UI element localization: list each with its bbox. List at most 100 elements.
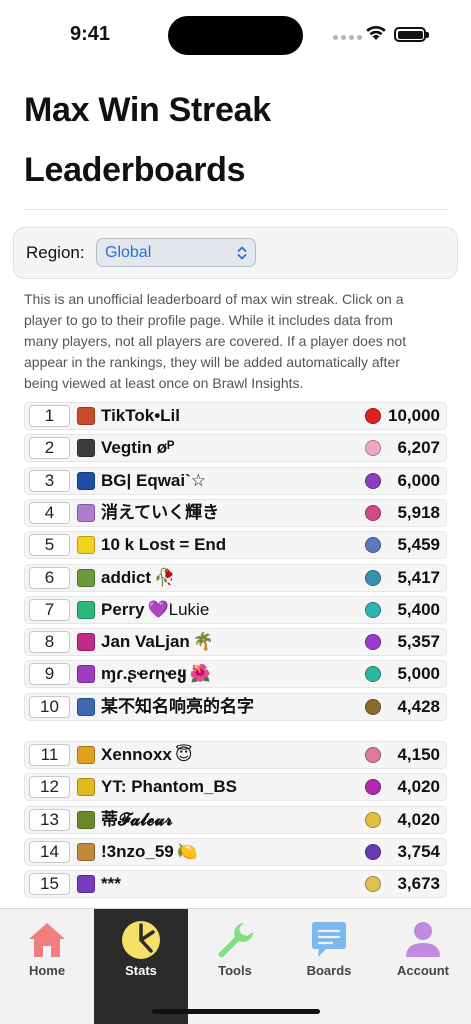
player-name: ɱɾ.ʂҽɾɳҽყ 🌺 (101, 664, 211, 684)
brawler-icon (365, 666, 381, 683)
rank-number: 7 (29, 598, 70, 621)
tab-home-label: Home (28, 963, 66, 978)
player-name: BG| Eqwai`☆ (101, 471, 209, 491)
max-win-streak-value: 6,207 (397, 438, 440, 458)
player-name-text: addict (101, 567, 152, 587)
player-avatar-icon (77, 503, 95, 522)
max-win-streak-value: 6,000 (397, 470, 440, 490)
max-win-streak-value: 4,150 (397, 745, 440, 764)
max-win-streak-value: 5,918 (397, 502, 440, 522)
region-select[interactable]: Global (96, 238, 256, 267)
player-name: 某不知名响亮的名字 (101, 697, 257, 717)
player-name: TikTok•Lil (101, 406, 183, 426)
tab-home[interactable]: Home (0, 909, 94, 1024)
house-icon (29, 923, 65, 957)
player-avatar-icon (77, 439, 95, 458)
leaderboard-row[interactable]: 3 BG| Eqwai`☆ 6,000 (24, 466, 447, 495)
brawler-icon (365, 537, 381, 554)
leaderboard-row[interactable]: 12 YT: Phantom_BS 4,020 (24, 773, 447, 802)
player-avatar-icon (77, 810, 95, 829)
rank-number: 15 (29, 873, 70, 896)
player-avatar-icon (77, 842, 95, 861)
chevron-up-down-icon (237, 246, 247, 260)
leaderboard-row[interactable]: 14 !3nzo_59 🍋 3,754 (24, 837, 447, 866)
player-name-text: !3nzo_59 (101, 841, 174, 861)
tab-account[interactable]: Account (376, 909, 470, 1024)
rank-number: 13 (29, 808, 70, 831)
title-divider (24, 209, 447, 210)
rank-number: 9 (29, 663, 70, 686)
player-name-text: YT: Phantom_BS (101, 777, 238, 797)
leaderboard-row[interactable]: 11 Xennoxx 😇 4,150 (24, 741, 447, 769)
player-name-suffix: 🍋 (176, 841, 198, 861)
tab-boards[interactable]: Boards (282, 909, 376, 1024)
max-win-streak-value: 3,673 (397, 874, 440, 894)
brawler-icon (365, 779, 381, 796)
max-win-streak-value: 4,020 (397, 777, 440, 797)
player-avatar-icon (77, 633, 95, 652)
leaderboard-row[interactable]: 10 某不知名响亮的名字 4,428 (24, 692, 447, 721)
leaderboard-row[interactable]: 9 ɱɾ.ʂҽɾɳҽყ 🌺 5,000 (24, 660, 447, 689)
player-avatar-icon (77, 471, 95, 490)
tab-stats-label: Stats (125, 963, 157, 978)
intro-text: This is an unofficial leaderboard of max… (24, 291, 407, 391)
player-name-text: Xennoxx (101, 745, 172, 764)
player-name-text: 10 k Lost = End (101, 535, 227, 555)
player-avatar-icon (77, 600, 95, 619)
player-name-text: Perry (101, 599, 145, 619)
rank-number: 3 (29, 469, 70, 492)
leaderboard-row[interactable]: 13 蒂𝓕𝓪𝓵𝓮𝓾𝓻 4,020 (24, 805, 447, 834)
player-avatar-icon (77, 665, 95, 684)
player-name: 蒂𝓕𝓪𝓵𝓮𝓾𝓻 (101, 810, 176, 830)
max-win-streak-value: 4,020 (397, 809, 440, 829)
brawler-icon (365, 601, 381, 618)
max-win-streak-value: 5,000 (397, 664, 440, 684)
max-win-streak-value: 10,000 (388, 406, 440, 425)
player-avatar-icon (77, 536, 95, 555)
player-avatar-icon (77, 875, 95, 894)
max-win-streak-value: 5,459 (397, 535, 440, 555)
leaderboard-row[interactable]: 1 TikTok•Lil 10,000 (24, 402, 447, 430)
status-bar: 9:41 (0, 0, 471, 70)
player-name-text: 蒂𝓕𝓪𝓵𝓮𝓾𝓻 (101, 809, 173, 829)
leaderboard-row[interactable]: 15 *** 3,673 (24, 870, 447, 899)
rank-number: 14 (29, 840, 70, 863)
player-avatar-icon (77, 778, 95, 797)
tab-tools[interactable]: Tools (188, 909, 282, 1024)
leaderboard-row[interactable]: 2 Vegtin øᴾ 6,207 (24, 434, 447, 463)
player-name-suffix: 😇 (174, 745, 193, 764)
tab-boards-label: Boards (306, 963, 352, 978)
player-name-text: ɱɾ.ʂҽɾɳҽყ (101, 664, 187, 684)
chat-bubble-icon (312, 922, 346, 957)
region-filter: Region: Global (13, 227, 458, 279)
player-name-text: *** (101, 874, 121, 894)
rank-number: 6 (29, 566, 70, 589)
leaderboard-row[interactable]: 7 Perry 💜Lukie 5,400 (24, 595, 447, 624)
max-win-streak-value: 5,417 (397, 567, 440, 587)
player-name-text: Vegtin øᴾ (101, 438, 175, 458)
pie-chart-icon (122, 921, 160, 959)
player-name-suffix: 🥀 (154, 567, 176, 587)
region-label: Region: (26, 243, 85, 262)
brawler-icon (365, 843, 381, 860)
player-avatar-icon (77, 568, 95, 587)
brawler-icon (365, 876, 381, 893)
max-win-streak-value: 3,754 (397, 841, 440, 861)
brawler-icon (365, 440, 381, 457)
wrench-icon (218, 923, 253, 958)
rank-number: 1 (29, 405, 70, 427)
player-name-suffix: 💜Lukie (147, 599, 210, 619)
leaderboard-row[interactable]: 5 10 k Lost = End 5,459 (24, 531, 447, 560)
leaderboard-row[interactable]: 8 Jan VaLjan 🌴 5,357 (24, 628, 447, 657)
player-avatar-icon (77, 697, 95, 716)
player-name: YT: Phantom_BS (101, 777, 240, 797)
leaderboard-row[interactable]: 6 addict 🥀 5,417 (24, 563, 447, 592)
tab-tools-label: Tools (218, 963, 252, 978)
brawler-icon (365, 811, 381, 828)
max-win-streak-value: 5,357 (397, 632, 440, 652)
status-time: 9:41 (70, 23, 111, 45)
tab-stats[interactable]: Stats (94, 909, 188, 1024)
leaderboard-row[interactable]: 4 消えていく輝き 5,918 (24, 498, 447, 527)
signal-dots-icon (333, 35, 362, 40)
rank-number: 11 (29, 744, 70, 766)
